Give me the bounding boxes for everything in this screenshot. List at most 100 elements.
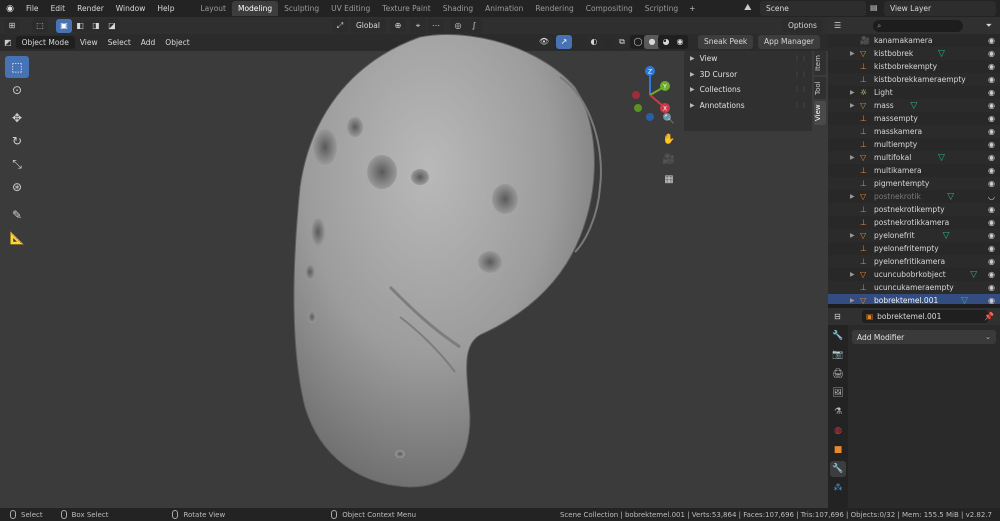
menu-file[interactable]: File: [20, 4, 45, 13]
outliner-row[interactable]: ▶ ▽ mass ▽ ◉: [828, 99, 1000, 112]
tab-rendering[interactable]: Rendering: [529, 1, 579, 16]
outliner-row[interactable]: ▶ ▽ postnekrotik ▽ ◡: [828, 190, 1000, 203]
outliner-row[interactable]: ⊥ postnekrotikempty ◉: [828, 203, 1000, 216]
render-tab-icon[interactable]: 📷: [830, 347, 846, 363]
visible-eye-icon[interactable]: ◉: [988, 101, 995, 110]
visible-eye-icon[interactable]: ◉: [988, 49, 995, 58]
visible-eye-icon[interactable]: ◉: [988, 257, 995, 266]
transform-tool-icon[interactable]: ⊛: [5, 176, 29, 198]
outliner-row[interactable]: ▶ ▽ ucuncubobrkobject ▽ ◉: [828, 268, 1000, 281]
outliner-row[interactable]: ⊥ masskamera ◉: [828, 125, 1000, 138]
view-layer-selector[interactable]: View Layer: [884, 1, 996, 16]
properties-editor-icon[interactable]: ⊟: [834, 312, 841, 321]
object-tab-icon[interactable]: ■: [830, 442, 846, 458]
scene-selector[interactable]: Scene: [760, 1, 866, 16]
visible-eye-icon[interactable]: ◉: [988, 270, 995, 279]
zoom-icon[interactable]: 🔍: [660, 111, 678, 129]
visible-eye-icon[interactable]: ◉: [988, 36, 995, 45]
object-name-field[interactable]: ▣ bobrektemel.001: [862, 310, 988, 323]
visible-eye-icon[interactable]: ◉: [988, 296, 995, 304]
expand-arrow-icon[interactable]: ▶: [850, 193, 858, 200]
outliner-search-input[interactable]: ⌕: [873, 19, 964, 32]
visible-eye-icon[interactable]: ◉: [988, 205, 995, 214]
move-tool-icon[interactable]: ✥: [5, 107, 29, 129]
expand-arrow-icon[interactable]: ▶: [850, 50, 858, 57]
hidden-eye-icon[interactable]: ◡: [988, 192, 995, 201]
outliner-row[interactable]: ▶ ▽ pyelonefrit ▽ ◉: [828, 229, 1000, 242]
menu-window[interactable]: Window: [110, 4, 152, 13]
3d-viewport[interactable]: ⊞ ⬚ ▣ ◧ ◨ ◪ ⤢ Global ⊕ ⌖ ⋯ ◎ ∫ Options ◩…: [0, 17, 828, 508]
tab-animation[interactable]: Animation: [479, 1, 529, 16]
visible-eye-icon[interactable]: ◉: [988, 231, 995, 240]
panel-annotations[interactable]: ▶ Annotations ⋮⋮: [684, 98, 812, 114]
panel-view[interactable]: ▶ View ⋮⋮: [684, 51, 812, 67]
measure-tool-icon[interactable]: 📐: [5, 227, 29, 249]
camera-view-icon[interactable]: 🎥: [660, 151, 678, 169]
menu-help[interactable]: Help: [151, 4, 180, 13]
outliner-row[interactable]: ⊥ ucuncukameraempty ◉: [828, 281, 1000, 294]
outliner-row[interactable]: ⊥ pyelonefritempty ◉: [828, 242, 1000, 255]
outliner-row[interactable]: 🎥 kanamakamera ◉: [828, 34, 1000, 47]
scene-tab-icon[interactable]: ⚗: [830, 404, 846, 420]
panel-collections[interactable]: ▶ Collections ⋮⋮: [684, 82, 812, 98]
outliner-row[interactable]: ⊥ multiempty ◉: [828, 138, 1000, 151]
tab-modeling[interactable]: Modeling: [231, 1, 279, 16]
rotate-tool-icon[interactable]: ↻: [5, 130, 29, 152]
expand-arrow-icon[interactable]: ▶: [850, 271, 858, 278]
cursor-tool-icon[interactable]: ⊙: [5, 79, 29, 101]
expand-arrow-icon[interactable]: ▶: [850, 102, 858, 109]
visible-eye-icon[interactable]: ◉: [988, 244, 995, 253]
tab-uv-editing[interactable]: UV Editing: [325, 1, 376, 16]
particles-tab-icon[interactable]: ⁂: [830, 480, 846, 496]
tab-sculpting[interactable]: Sculpting: [278, 1, 325, 16]
visible-eye-icon[interactable]: ◉: [988, 88, 995, 97]
pin-icon[interactable]: 📌: [984, 312, 994, 321]
outliner-row[interactable]: ⊥ pyelonefritikamera ◉: [828, 255, 1000, 268]
tab-shading[interactable]: Shading: [437, 1, 479, 16]
drag-handle-icon[interactable]: ⋮⋮: [794, 71, 808, 78]
tab-scripting[interactable]: Scripting: [639, 1, 684, 16]
drag-handle-icon[interactable]: ⋮⋮: [794, 102, 808, 109]
outliner-editor-icon[interactable]: ☰: [834, 21, 841, 30]
visible-eye-icon[interactable]: ◉: [988, 140, 995, 149]
visible-eye-icon[interactable]: ◉: [988, 114, 995, 123]
expand-arrow-icon[interactable]: ▶: [850, 232, 858, 239]
outliner-row[interactable]: ⊥ postnekrotikkamera ◉: [828, 216, 1000, 229]
visible-eye-icon[interactable]: ◉: [988, 166, 995, 175]
tool-tab-icon[interactable]: 🔧: [830, 328, 846, 344]
output-tab-icon[interactable]: 🖨: [830, 366, 846, 382]
world-tab-icon[interactable]: ◍: [830, 423, 846, 439]
outliner-row[interactable]: ⊥ kistbobrekkameraempty ◉: [828, 73, 1000, 86]
select-box-tool-icon[interactable]: ⬚: [5, 56, 29, 78]
panel-3d-cursor[interactable]: ▶ 3D Cursor ⋮⋮: [684, 67, 812, 83]
tab-item[interactable]: Item: [814, 51, 826, 75]
modifier-tab-icon[interactable]: 🔧: [830, 461, 846, 477]
tab-compositing[interactable]: Compositing: [580, 1, 639, 16]
drag-handle-icon[interactable]: ⋮⋮: [794, 55, 808, 62]
grid-perspective-icon[interactable]: ▦: [660, 171, 678, 189]
expand-arrow-icon[interactable]: ▶: [850, 89, 858, 96]
visible-eye-icon[interactable]: ◉: [988, 127, 995, 136]
expand-arrow-icon[interactable]: ▶: [850, 154, 858, 161]
filter-icon[interactable]: ⏷: [986, 21, 992, 31]
tab-layout[interactable]: Layout: [194, 1, 232, 16]
visible-eye-icon[interactable]: ◉: [988, 179, 995, 188]
blender-logo-icon[interactable]: ◉: [0, 4, 20, 14]
scale-tool-icon[interactable]: ⤡: [5, 153, 29, 175]
visible-eye-icon[interactable]: ◉: [988, 75, 995, 84]
annotate-tool-icon[interactable]: ✎: [5, 204, 29, 226]
add-modifier-dropdown[interactable]: Add Modifier ⌄: [852, 330, 996, 344]
menu-edit[interactable]: Edit: [45, 4, 72, 13]
outliner-row[interactable]: ⊥ multikamera ◉: [828, 164, 1000, 177]
tab-tool[interactable]: Tool: [814, 77, 826, 99]
outliner-row[interactable]: ▶ ▽ multifokal ▽ ◉: [828, 151, 1000, 164]
drag-handle-icon[interactable]: ⋮⋮: [794, 86, 808, 93]
view-layer-tab-icon[interactable]: 🖼: [830, 385, 846, 401]
tab-view[interactable]: View: [814, 101, 826, 125]
visible-eye-icon[interactable]: ◉: [988, 153, 995, 162]
outliner-row[interactable]: ⊥ massempty ◉: [828, 112, 1000, 125]
visible-eye-icon[interactable]: ◉: [988, 62, 995, 71]
outliner-row[interactable]: ▶ ☼ Light ◉: [828, 86, 1000, 99]
add-workspace-button[interactable]: +: [684, 4, 700, 13]
expand-arrow-icon[interactable]: ▶: [850, 297, 858, 304]
